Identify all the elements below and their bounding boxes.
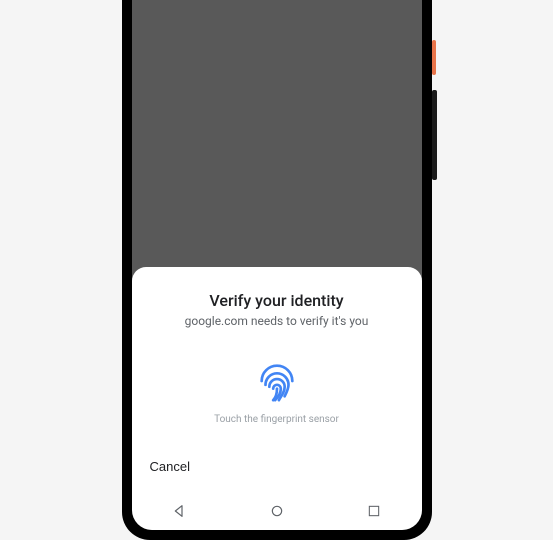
dialog-title: Verify your identity (150, 291, 404, 310)
back-icon[interactable] (172, 503, 188, 519)
phone-frame: example.com 4 ⋮ Verify your identity goo… (122, 0, 432, 540)
cancel-button[interactable]: Cancel (150, 455, 190, 478)
recents-icon[interactable] (367, 504, 381, 518)
fingerprint-section: Touch the fingerprint sensor (150, 358, 404, 425)
screen: example.com 4 ⋮ Verify your identity goo… (132, 0, 422, 530)
fingerprint-icon (254, 358, 300, 404)
system-nav-bar (132, 492, 422, 530)
dialog-subtitle: google.com needs to verify it's you (150, 314, 404, 328)
volume-button (432, 90, 437, 180)
page-content: Verify your identity google.com needs to… (132, 0, 422, 530)
power-button (432, 40, 436, 75)
home-icon[interactable] (269, 503, 285, 519)
biometric-dialog: Verify your identity google.com needs to… (132, 267, 422, 492)
fingerprint-hint: Touch the fingerprint sensor (214, 414, 339, 425)
